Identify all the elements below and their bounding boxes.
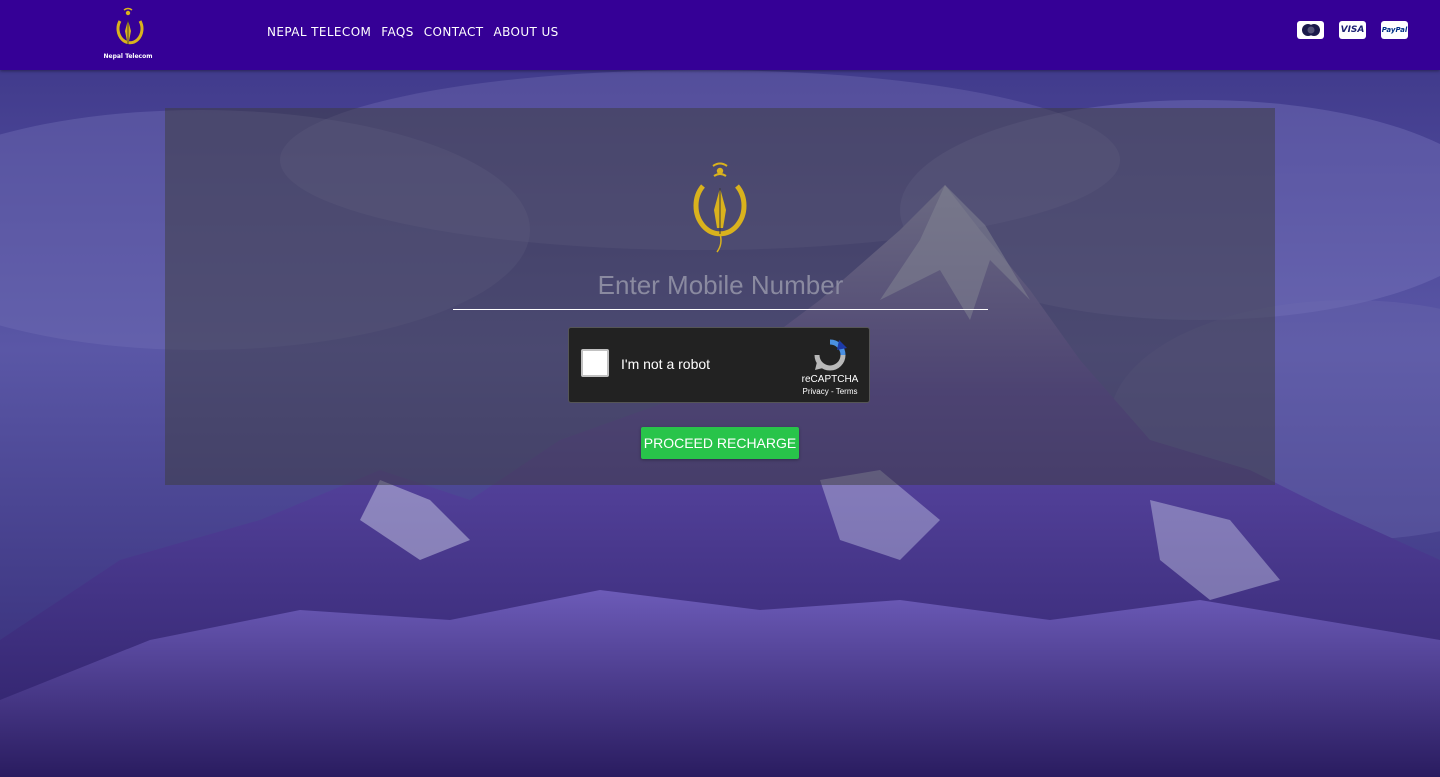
nepal-telecom-main-logo bbox=[653, 158, 787, 258]
paypal-label: PayPal bbox=[1381, 26, 1408, 34]
nav-link-contact[interactable]: CONTACT bbox=[424, 24, 484, 40]
top-navbar: Nepal Telecom NEPAL TELECOM FAQS CONTACT… bbox=[0, 0, 1440, 70]
nepal-telecom-emblem-icon bbox=[116, 7, 144, 45]
nepal-telecom-emblem-icon bbox=[693, 162, 747, 253]
recaptcha-widget: I'm not a robot reCAPTCHA Privacy - Term… bbox=[568, 327, 870, 403]
recaptcha-icon bbox=[814, 339, 847, 371]
visa-icon: VISA bbox=[1339, 21, 1366, 39]
recaptcha-privacy-terms-link[interactable]: Privacy - Terms bbox=[791, 387, 869, 396]
visa-label: VISA bbox=[1340, 25, 1365, 35]
nav-link-nepal-telecom[interactable]: NEPAL TELECOM bbox=[267, 24, 371, 40]
nepal-telecom-logo[interactable]: Nepal Telecom bbox=[100, 5, 156, 65]
paypal-icon: PayPal bbox=[1381, 21, 1408, 39]
nav-link-about-us[interactable]: ABOUT US bbox=[493, 24, 558, 40]
proceed-recharge-button[interactable]: PROCEED RECHARGE bbox=[641, 427, 799, 459]
nav-link-faqs[interactable]: FAQS bbox=[381, 24, 413, 40]
main-nav: NEPAL TELECOM FAQS CONTACT ABOUT US bbox=[262, 24, 564, 40]
payment-methods: VISA PayPal bbox=[1282, 21, 1408, 39]
recaptcha-checkbox[interactable] bbox=[581, 349, 609, 377]
mastercard-icon bbox=[1297, 21, 1324, 39]
recaptcha-brand: reCAPTCHA bbox=[801, 374, 859, 385]
recaptcha-label: I'm not a robot bbox=[621, 356, 711, 372]
mobile-number-input[interactable] bbox=[453, 262, 988, 310]
brand-name: Nepal Telecom bbox=[103, 53, 153, 60]
